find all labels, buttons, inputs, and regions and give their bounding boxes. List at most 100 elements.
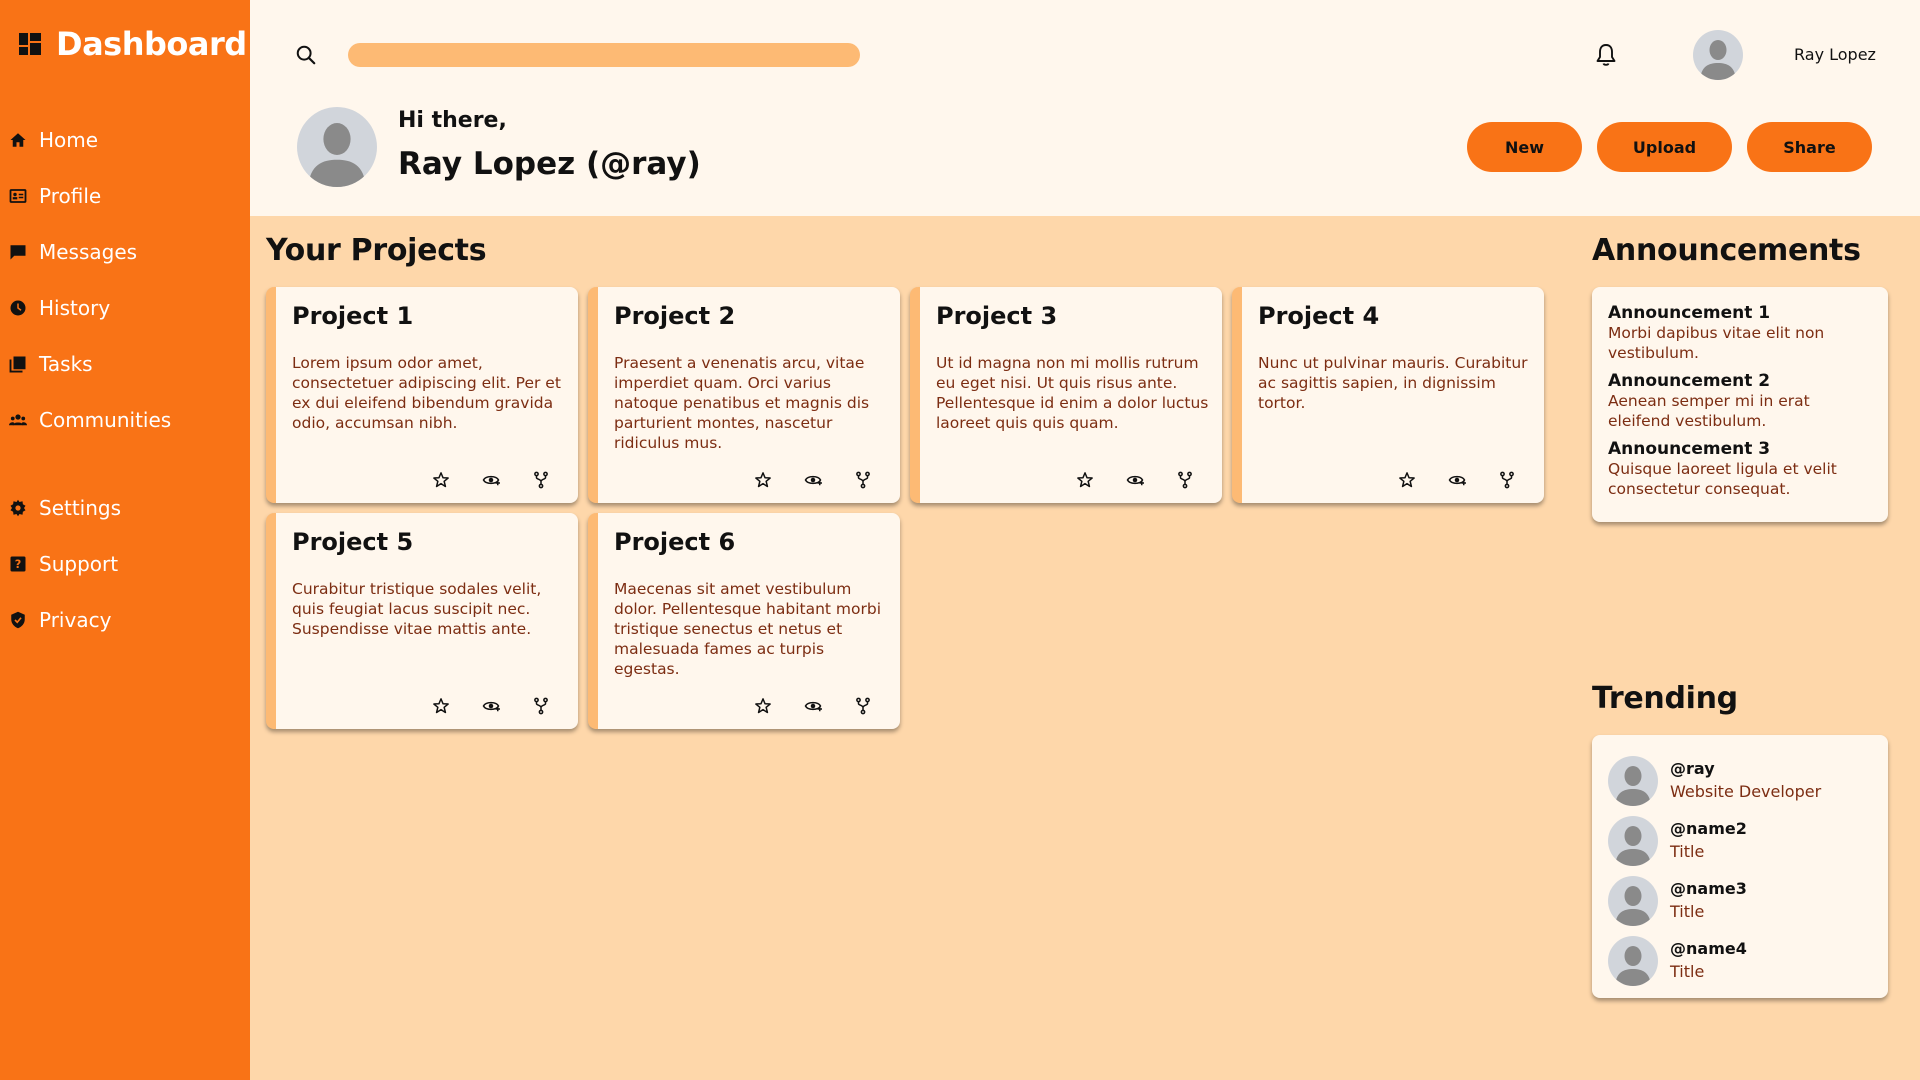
avatar-silhouette-icon (1608, 936, 1658, 986)
project-title: Project 4 (1258, 302, 1380, 330)
card-actions (754, 697, 872, 715)
search-input[interactable] (348, 43, 860, 67)
card-actions (432, 471, 550, 489)
project-description: Nunc ut pulvinar mauris. Curabitur ac sa… (1258, 354, 1528, 412)
trending-user[interactable]: @name2 Title (1608, 811, 1872, 871)
project-card[interactable]: Project 1 Lorem ipsum odor amet, consect… (266, 287, 578, 503)
announcement-text: Quisque laoreet ligula et velit consecte… (1608, 460, 1837, 498)
fork-icon[interactable] (1176, 471, 1194, 489)
header-username[interactable]: Ray Lopez (1794, 45, 1876, 64)
watch-icon[interactable] (482, 471, 500, 489)
trending-subtitle: Title (1670, 842, 1705, 861)
announcement-text: Aenean semper mi in erat eleifend vestib… (1608, 392, 1810, 430)
sidebar-nav: Home Profile Messages History Tasks Comm… (0, 112, 250, 648)
brand-title: Dashboard (56, 24, 247, 63)
watch-icon[interactable] (804, 697, 822, 715)
upload-button[interactable]: Upload (1597, 122, 1732, 172)
star-icon[interactable] (1398, 471, 1416, 489)
project-card[interactable]: Project 3 Ut id magna non mi mollis rutr… (910, 287, 1222, 503)
watch-icon[interactable] (1126, 471, 1144, 489)
nav-divider (0, 448, 250, 480)
project-card[interactable]: Project 5 Curabitur tristique sodales ve… (266, 513, 578, 729)
card-actions (432, 697, 550, 715)
sidebar-item-label: Home (39, 128, 99, 152)
announcement-title: Announcement 1 (1608, 303, 1771, 323)
sidebar-item-label: Settings (39, 496, 122, 520)
trending-user[interactable]: @name4 Title (1608, 931, 1872, 991)
card-actions (1398, 471, 1516, 489)
home-icon (10, 133, 26, 147)
sidebar-item-communities[interactable]: Communities (0, 392, 250, 448)
announcement-item[interactable]: Announcement 3 Quisque laoreet ligula et… (1608, 439, 1872, 499)
announcement-text: Morbi dapibus vitae elit non vestibulum. (1608, 324, 1825, 362)
avatar (1608, 756, 1658, 806)
avatar-silhouette-icon (297, 107, 377, 187)
card-actions (1076, 471, 1194, 489)
trending-handle: @ray (1670, 759, 1715, 778)
profile-avatar (297, 107, 377, 187)
svg-text:?: ? (15, 558, 22, 571)
fork-icon[interactable] (532, 697, 550, 715)
project-description: Maecenas sit amet vestibulum dolor. Pell… (614, 580, 882, 678)
avatar (1608, 876, 1658, 926)
trending-user[interactable]: @ray Website Developer (1608, 751, 1872, 811)
star-icon[interactable] (432, 697, 450, 715)
sidebar-item-tasks[interactable]: Tasks (0, 336, 250, 392)
people-icon (9, 414, 27, 426)
project-description: Ut id magna non mi mollis rutrum eu eget… (936, 354, 1209, 432)
share-button[interactable]: Share (1747, 122, 1872, 172)
sidebar-item-settings[interactable]: Settings (0, 480, 250, 536)
gear-icon (10, 499, 26, 517)
star-icon[interactable] (754, 471, 772, 489)
fork-icon[interactable] (1498, 471, 1516, 489)
sidebar-item-label: Messages (39, 240, 138, 264)
help-icon: ? (10, 556, 26, 572)
trending-subtitle: Title (1670, 962, 1705, 981)
avatar (1608, 816, 1658, 866)
announcement-item[interactable]: Announcement 1 Morbi dapibus vitae elit … (1608, 303, 1872, 363)
sidebar-item-messages[interactable]: Messages (0, 224, 250, 280)
watch-icon[interactable] (804, 471, 822, 489)
star-icon[interactable] (754, 697, 772, 715)
avatar[interactable] (1693, 30, 1743, 80)
sidebar-item-privacy[interactable]: Privacy (0, 592, 250, 648)
fork-icon[interactable] (854, 697, 872, 715)
message-icon (10, 245, 26, 260)
avatar (1608, 936, 1658, 986)
sidebar-item-history[interactable]: History (0, 280, 250, 336)
watch-icon[interactable] (1448, 471, 1466, 489)
project-title: Project 6 (614, 528, 736, 556)
id-card-icon (9, 189, 27, 203)
sidebar-item-label: Communities (39, 408, 172, 432)
fork-icon[interactable] (854, 471, 872, 489)
project-card[interactable]: Project 4 Nunc ut pulvinar mauris. Curab… (1232, 287, 1544, 503)
announcement-title: Announcement 3 (1608, 439, 1771, 459)
project-card[interactable]: Project 6 Maecenas sit amet vestibulum d… (588, 513, 900, 729)
sidebar-item-label: Privacy (39, 608, 112, 632)
announcements-card: Announcement 1 Morbi dapibus vitae elit … (1592, 287, 1888, 522)
sidebar-item-profile[interactable]: Profile (0, 168, 250, 224)
avatar-silhouette-icon (1608, 816, 1658, 866)
project-description: Praesent a venenatis arcu, vitae imperdi… (614, 354, 870, 452)
new-button[interactable]: New (1467, 122, 1582, 172)
project-card[interactable]: Project 2 Praesent a venenatis arcu, vit… (588, 287, 900, 503)
fork-icon[interactable] (532, 471, 550, 489)
projects-heading: Your Projects (266, 233, 487, 268)
sidebar-item-support[interactable]: ? Support (0, 536, 250, 592)
trending-handle: @name3 (1670, 879, 1747, 898)
project-description: Lorem ipsum odor amet, consectetuer adip… (292, 354, 561, 432)
brand[interactable]: Dashboard (0, 0, 250, 70)
header: Ray Lopez Hi there, Ray Lopez (@ray) New… (250, 0, 1920, 216)
trending-user[interactable]: @name3 Title (1608, 871, 1872, 931)
project-title: Project 5 (292, 528, 414, 556)
search-icon[interactable] (295, 44, 317, 66)
project-title: Project 2 (614, 302, 736, 330)
trending-subtitle: Website Developer (1670, 782, 1822, 801)
watch-icon[interactable] (482, 697, 500, 715)
bell-icon[interactable] (1594, 42, 1618, 68)
project-title: Project 1 (292, 302, 414, 330)
announcement-item[interactable]: Announcement 2 Aenean semper mi in erat … (1608, 371, 1872, 431)
star-icon[interactable] (1076, 471, 1094, 489)
sidebar-item-home[interactable]: Home (0, 112, 250, 168)
star-icon[interactable] (432, 471, 450, 489)
